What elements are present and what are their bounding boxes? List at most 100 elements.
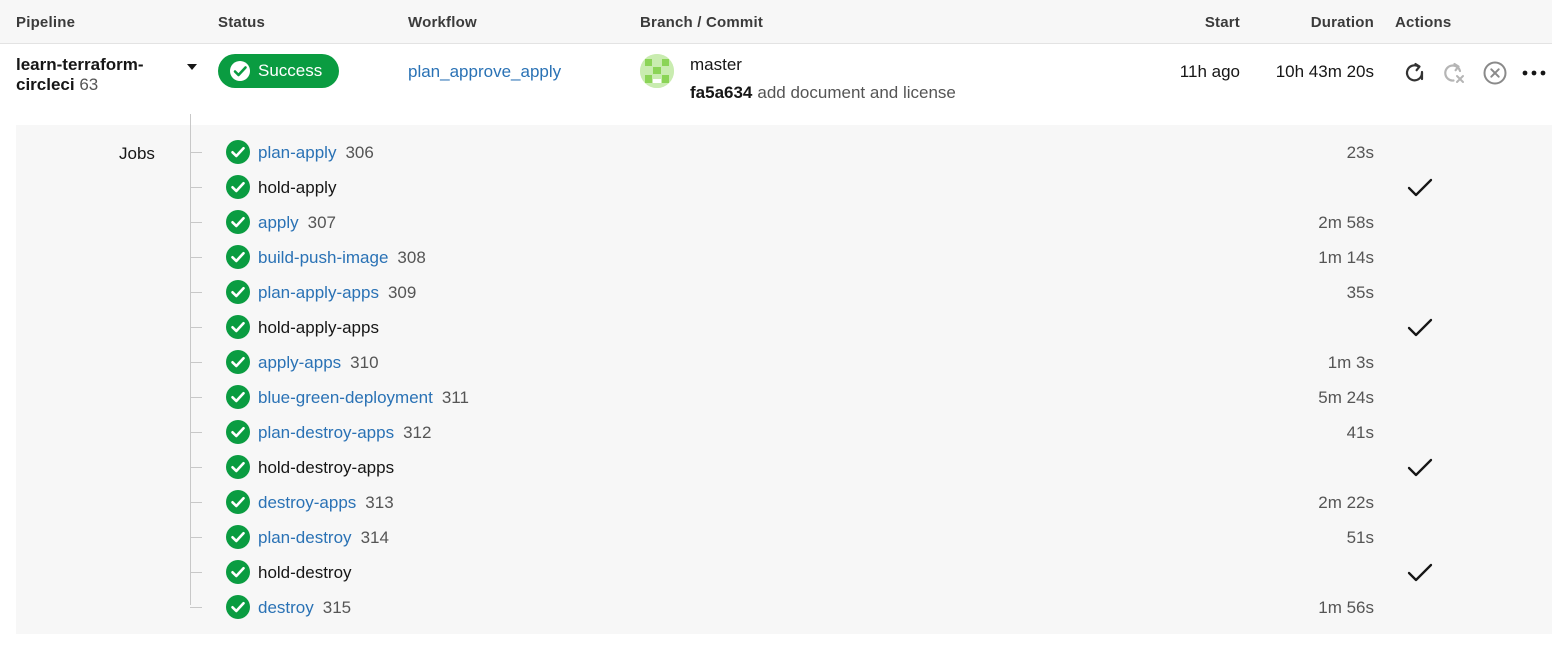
pipeline-row: learn-terraform- circleci 63 Success pla…	[0, 44, 1552, 114]
job-name-text: hold-destroy	[258, 563, 352, 582]
job-number: 309	[387, 283, 417, 302]
success-check-icon	[230, 61, 250, 81]
pipeline-number: 63	[79, 75, 99, 94]
success-check-icon	[226, 525, 250, 549]
table-header: Pipeline Status Workflow Branch / Commit…	[0, 0, 1552, 44]
header-start: Start	[1204, 14, 1240, 31]
job-name-text[interactable]: apply-apps	[258, 353, 341, 372]
tree-connector	[190, 362, 202, 363]
pipeline-name[interactable]: learn-terraform- circleci 63	[16, 55, 166, 95]
job-duration: 51s	[1346, 528, 1374, 547]
header-status: Status	[218, 14, 266, 31]
tree-connector	[190, 257, 202, 258]
job-row: plan-apply 306 23s	[0, 135, 1552, 170]
tree-connector	[190, 222, 202, 223]
job-name-text[interactable]: apply	[258, 213, 299, 232]
success-check-icon	[226, 595, 250, 619]
jobs-list: plan-apply 306 23s hold-apply apply 307 2m 58s…	[0, 135, 1552, 625]
pipeline-duration: 10h 43m 20s	[1275, 62, 1374, 81]
job-name[interactable]: plan-destroy-apps 312	[258, 423, 431, 443]
job-duration: 5m 24s	[1318, 388, 1374, 407]
job-name: hold-apply	[258, 178, 336, 198]
status-label: Success	[258, 61, 323, 80]
job-name-text[interactable]: destroy-apps	[258, 493, 356, 512]
job-name[interactable]: plan-destroy 314	[258, 528, 389, 548]
job-name-text[interactable]: plan-destroy-apps	[258, 423, 394, 442]
job-name-text: hold-destroy-apps	[258, 458, 395, 477]
approved-check-icon	[1407, 317, 1433, 339]
cancel-icon[interactable]	[1482, 60, 1508, 86]
success-check-icon	[226, 175, 250, 199]
job-name-text[interactable]: build-push-image	[258, 248, 388, 267]
job-name[interactable]: blue-green-deployment 311	[258, 388, 469, 408]
job-row: destroy-apps 313 2m 22s	[0, 485, 1552, 520]
success-check-icon	[226, 560, 250, 584]
status-badge[interactable]: Success	[218, 54, 339, 88]
job-name-text[interactable]: plan-destroy	[258, 528, 352, 547]
job-name: hold-apply-apps	[258, 318, 379, 338]
commit-hash[interactable]: fa5a634	[690, 83, 752, 102]
rerun-icon[interactable]	[1402, 60, 1428, 86]
success-check-icon	[226, 490, 250, 514]
success-check-icon	[226, 245, 250, 269]
job-row: hold-apply-apps	[0, 310, 1552, 345]
job-name-text: hold-apply	[258, 178, 337, 197]
header-workflow: Workflow	[408, 14, 477, 31]
commit-message: add document and license	[757, 83, 956, 102]
job-name-text[interactable]: blue-green-deployment	[258, 388, 433, 407]
job-duration: 2m 22s	[1318, 493, 1374, 512]
tree-connector	[190, 572, 202, 573]
job-name-text[interactable]: plan-apply-apps	[258, 283, 379, 302]
pipeline-name-line1[interactable]: learn-terraform-	[16, 55, 144, 74]
job-duration: 2m 58s	[1318, 213, 1374, 232]
tree-connector	[190, 292, 202, 293]
job-name-text: hold-apply-apps	[258, 318, 379, 337]
header-pipeline: Pipeline	[16, 14, 76, 31]
job-name[interactable]: destroy 315	[258, 598, 351, 618]
avatar	[640, 54, 674, 88]
tree-connector	[190, 187, 202, 188]
job-row: hold-apply	[0, 170, 1552, 205]
success-check-icon	[226, 385, 250, 409]
job-row: blue-green-deployment 311 5m 24s	[0, 380, 1552, 415]
job-number: 311	[441, 388, 469, 407]
job-name-text[interactable]: destroy	[258, 598, 314, 617]
job-number: 306	[345, 143, 374, 162]
success-check-icon	[226, 420, 250, 444]
tree-connector	[190, 467, 202, 468]
job-duration: 41s	[1346, 423, 1374, 442]
job-row: hold-destroy-apps	[0, 450, 1552, 485]
approved-check-icon	[1407, 177, 1433, 199]
workflow-link[interactable]: plan_approve_apply	[408, 62, 561, 82]
job-duration: 23s	[1346, 143, 1374, 162]
job-name[interactable]: destroy-apps 313	[258, 493, 394, 513]
job-row: plan-apply-apps 309 35s	[0, 275, 1552, 310]
job-name[interactable]: apply-apps 310	[258, 353, 379, 373]
pipeline-name-line2[interactable]: circleci	[16, 75, 75, 94]
job-row: apply 307 2m 58s	[0, 205, 1552, 240]
more-icon[interactable]	[1522, 60, 1548, 86]
tree-connector	[190, 502, 202, 503]
rerun-failed-icon[interactable]	[1441, 60, 1467, 86]
tree-connector	[190, 432, 202, 433]
header-duration: Duration	[1310, 14, 1374, 31]
job-name-text[interactable]: plan-apply	[258, 143, 336, 162]
approved-check-icon	[1407, 457, 1433, 479]
success-check-icon	[226, 455, 250, 479]
start-time: 11h ago	[1179, 62, 1240, 81]
job-number: 307	[307, 213, 337, 232]
job-number: 310	[350, 353, 379, 372]
job-number: 313	[365, 493, 394, 512]
job-name[interactable]: apply 307	[258, 213, 336, 233]
job-row: destroy 315 1m 56s	[0, 590, 1552, 625]
job-name[interactable]: plan-apply-apps 309	[258, 283, 416, 303]
job-name[interactable]: build-push-image 308	[258, 248, 426, 268]
tree-connector	[190, 152, 202, 153]
job-name[interactable]: plan-apply 306	[258, 143, 374, 163]
branch-name[interactable]: master	[690, 55, 742, 75]
success-check-icon	[226, 280, 250, 304]
tree-connector	[190, 327, 202, 328]
success-check-icon	[226, 350, 250, 374]
collapse-caret-icon[interactable]	[187, 64, 197, 70]
job-duration: 1m 56s	[1318, 598, 1374, 617]
